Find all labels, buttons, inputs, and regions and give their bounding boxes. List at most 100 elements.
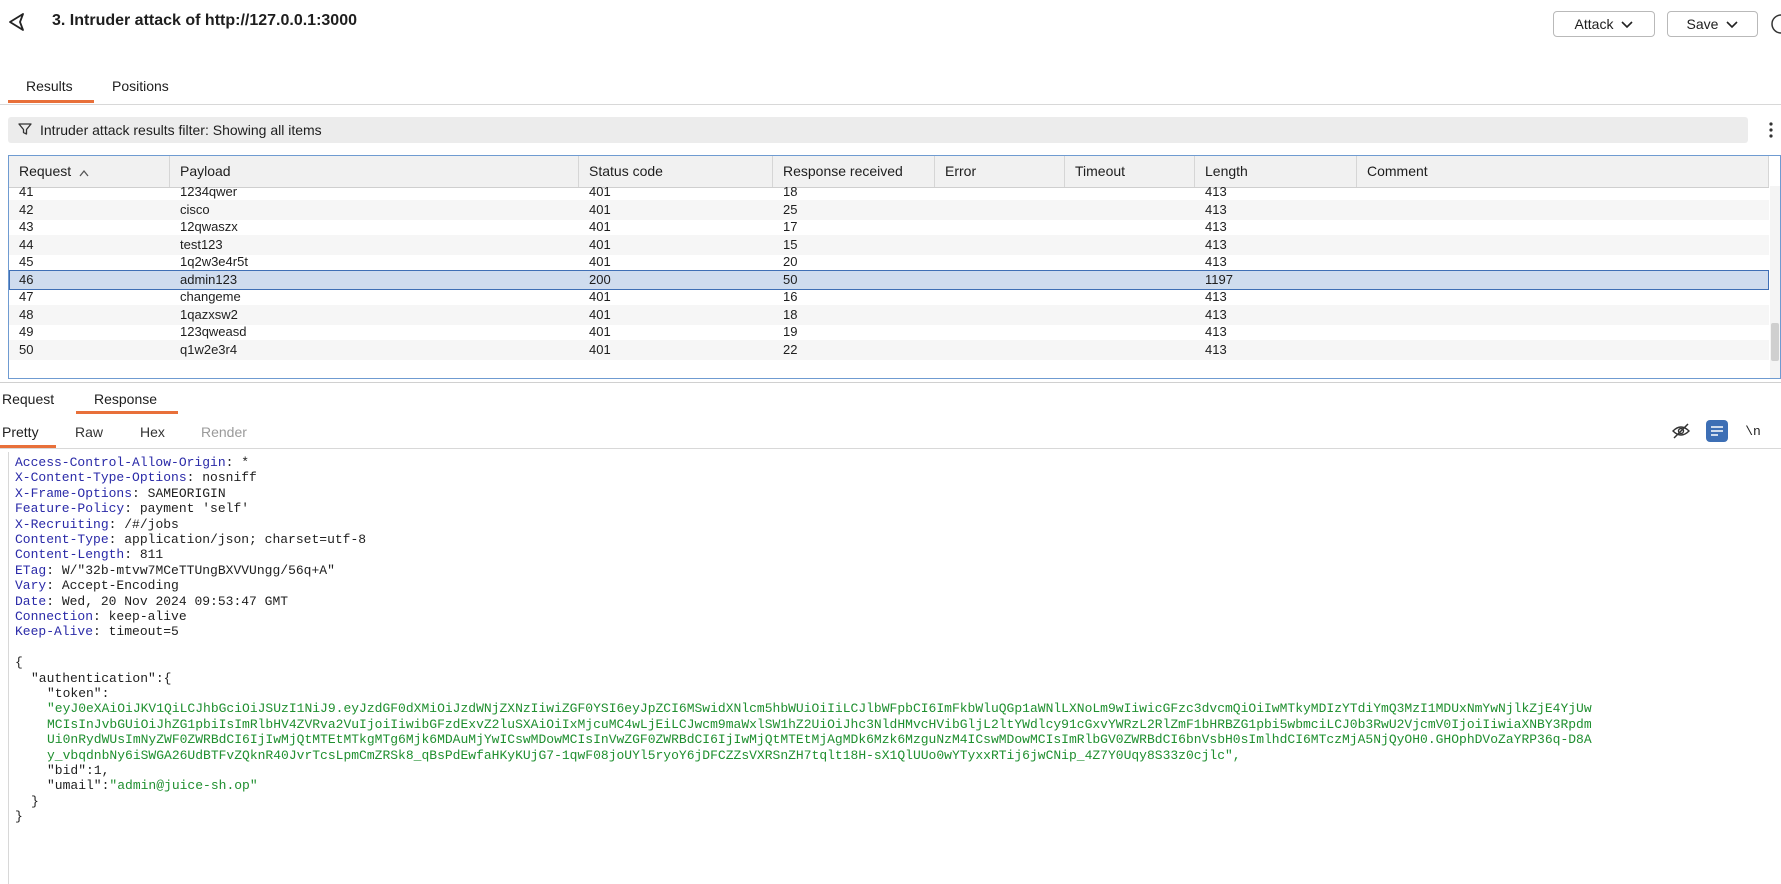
- table-body: 41 1234qwer 401 18 413 42 cisco 401 25 413 43 12qwa…: [9, 187, 1769, 378]
- hide-icon[interactable]: [1670, 420, 1692, 442]
- header-value: keep-alive: [108, 609, 187, 624]
- save-button-label: Save: [1686, 16, 1719, 32]
- active-tab-indicator: [8, 100, 94, 103]
- json-key: "umail": [47, 778, 102, 794]
- cell-status-code: 401: [589, 341, 611, 357]
- header-value: nosniff: [202, 470, 257, 486]
- cell-payload: q1w2e3r4: [180, 341, 238, 357]
- column-header-error[interactable]: Error: [935, 156, 1065, 187]
- header-name: Vary: [15, 578, 47, 594]
- header-separator: :: [124, 547, 140, 563]
- divider: [0, 382, 1781, 383]
- back-icon[interactable]: [6, 10, 30, 34]
- json-key: "token": [47, 686, 102, 701]
- header-name: X-Content-Type-Options: [15, 470, 187, 486]
- cell-timeout: [1065, 340, 1075, 360]
- header-name: ETag: [15, 562, 47, 578]
- json-token-value: y_vbqdnbNy6iSWGA26UdBTFvZQknR40JvrTcsLpm…: [47, 747, 1241, 763]
- header-separator: :: [108, 532, 125, 547]
- header-name: Feature-Policy: [15, 501, 125, 517]
- cell-error: [935, 340, 945, 360]
- json-punct: :: [101, 686, 110, 701]
- json-token-value: "eyJ0eXAiOiJKV1QiLCJhbGciOiJSUzI1NiJ9.ey…: [47, 701, 1592, 717]
- column-header-response-received[interactable]: Response received: [773, 156, 935, 187]
- header-name: Content-Length: [15, 547, 125, 563]
- tab-hex[interactable]: Hex: [140, 424, 165, 440]
- code-line: }: [31, 793, 39, 810]
- code-line: y_vbqdnbNy6iSWGA26UdBTFvZQknR40JvrTcsLpm…: [47, 747, 1241, 764]
- header-value: W/"32b-mtvw7MCeTTUngBXVVUngg/56q+A": [61, 562, 335, 578]
- json-string: "admin@juice-sh.op": [109, 778, 258, 794]
- column-header-comment[interactable]: Comment: [1357, 156, 1769, 187]
- header-separator: :: [93, 624, 109, 640]
- json-key: "authentication": [31, 670, 156, 686]
- code-line: Keep-Alive: timeout=5: [15, 623, 179, 640]
- header-separator: :: [186, 470, 203, 486]
- header-name: Date: [15, 593, 47, 609]
- header-separator: :: [124, 501, 140, 517]
- view-mode-tabs: Pretty Raw Hex Render: [0, 424, 320, 450]
- chevron-down-icon: [1726, 16, 1739, 32]
- header-separator: :: [93, 609, 109, 624]
- view-toolbar: \n: [1670, 420, 1781, 442]
- cell-comment: [1357, 340, 1367, 360]
- json-number: :1,: [86, 763, 110, 778]
- help-icon[interactable]: [1770, 13, 1781, 35]
- tab-pretty[interactable]: Pretty: [2, 424, 39, 440]
- message-pane-tabs: Request Response: [0, 390, 300, 416]
- header-separator: :: [46, 578, 62, 594]
- tab-response[interactable]: Response: [94, 391, 157, 407]
- code-line: "umail":"admin@juice-sh.op": [47, 777, 258, 794]
- filter-text: Intruder attack results filter: Showing …: [40, 122, 322, 138]
- json-token-value: MCIsInJvbGUiOiJhZG1pbiIsImRlbHV4ZVRva2Vu…: [47, 716, 1592, 732]
- header-name: Access-Control-Allow-Origin: [15, 455, 226, 470]
- response-editor[interactable]: Access-Control-Allow-Origin: * X-Content-…: [0, 452, 1781, 884]
- tab-render[interactable]: Render: [201, 424, 247, 440]
- tab-positions[interactable]: Positions: [112, 78, 169, 94]
- save-button[interactable]: Save: [1667, 11, 1758, 37]
- more-options-icon[interactable]: [1764, 118, 1778, 142]
- sort-ascending-icon: [79, 157, 89, 188]
- json-punct: :{: [155, 670, 172, 686]
- column-header-status-code[interactable]: Status code: [579, 156, 773, 187]
- column-header-timeout[interactable]: Timeout: [1065, 156, 1195, 187]
- results-filter-bar[interactable]: Intruder attack results filter: Showing …: [8, 117, 1748, 143]
- table-row[interactable]: 50 q1w2e3r4 401 22 413: [9, 339, 1769, 360]
- filter-icon: [18, 122, 32, 139]
- pretty-format-icon[interactable]: [1706, 420, 1728, 442]
- chevron-down-icon: [1621, 16, 1634, 32]
- table-header: Request Payload Status code Response rec…: [9, 156, 1769, 188]
- header-name: Keep-Alive: [15, 624, 94, 640]
- cell-response-received: 22: [783, 341, 798, 357]
- window-header: 3. Intruder attack of http://127.0.0.1:3…: [0, 0, 1781, 44]
- column-header-length[interactable]: Length: [1195, 156, 1357, 187]
- scrollbar-thumb[interactable]: [1771, 323, 1779, 361]
- column-header-payload[interactable]: Payload: [170, 156, 579, 187]
- header-value: timeout=5: [108, 624, 179, 640]
- active-tab-indicator: [76, 411, 178, 414]
- column-header-label: Request: [19, 163, 72, 179]
- header-value: SAMEORIGIN: [147, 485, 226, 501]
- tab-results[interactable]: Results: [26, 78, 73, 94]
- header-value: payment 'self': [139, 501, 250, 517]
- cell-request: 50: [19, 341, 34, 357]
- header-separator: :: [46, 562, 62, 578]
- code-line: }: [15, 808, 23, 825]
- header-name: Connection: [15, 609, 94, 624]
- header-value: 811: [139, 547, 164, 563]
- json-brace: {: [15, 655, 23, 671]
- tab-request[interactable]: Request: [2, 391, 54, 407]
- header-name: X-Frame-Options: [15, 485, 133, 501]
- attack-button[interactable]: Attack: [1553, 11, 1655, 37]
- json-key: "bid": [47, 763, 87, 778]
- column-header-request[interactable]: Request: [9, 156, 170, 187]
- header-value: /#/jobs: [124, 516, 179, 532]
- newline-toggle[interactable]: \n: [1742, 420, 1764, 442]
- json-brace: }: [31, 793, 39, 809]
- tab-raw[interactable]: Raw: [75, 424, 103, 440]
- header-value: application/json; charset=utf-8: [124, 532, 367, 547]
- divider: [0, 104, 1781, 105]
- header-separator: :: [46, 593, 62, 609]
- header-name: X-Recruiting: [15, 516, 109, 532]
- divider: [0, 448, 1781, 449]
